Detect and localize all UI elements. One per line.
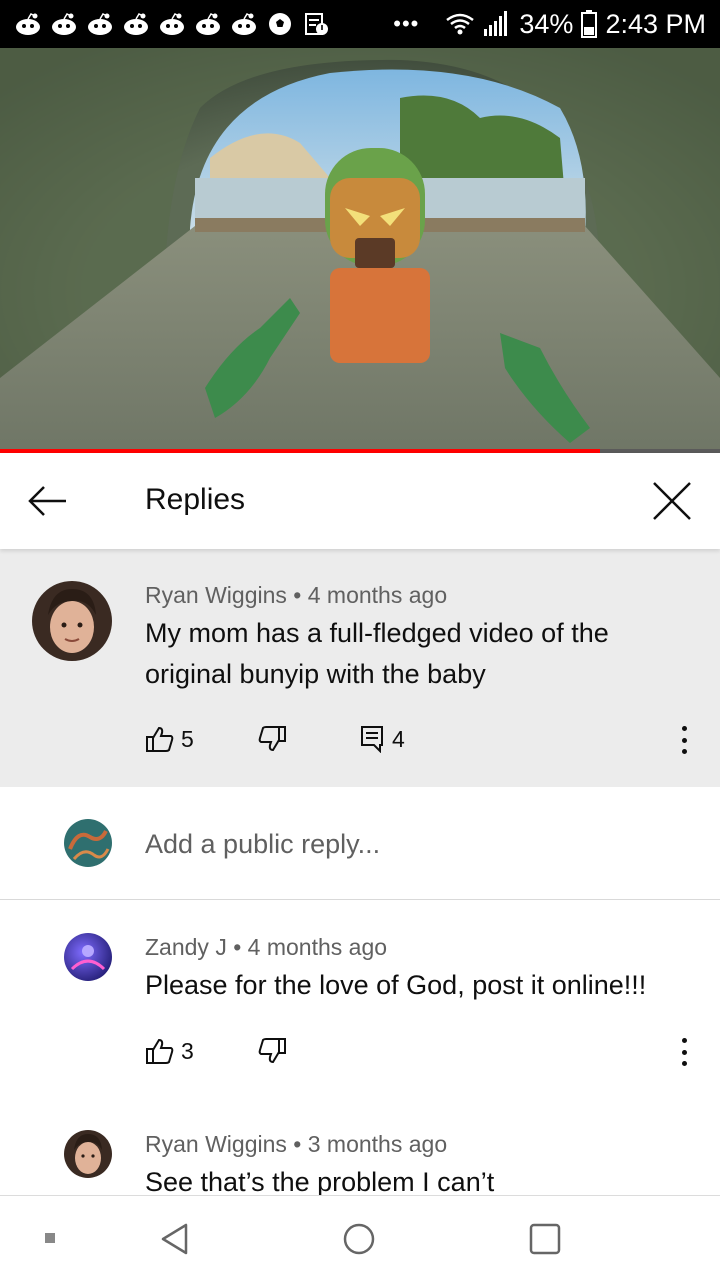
video-frame	[0, 48, 720, 453]
dislike-button[interactable]	[257, 725, 287, 753]
meta-separator: •	[293, 1131, 302, 1157]
comment-author[interactable]: Ryan Wiggins	[145, 1131, 287, 1157]
nav-home-icon[interactable]	[343, 1223, 375, 1255]
status-right: ••• 34% 2:43 PM	[393, 9, 706, 40]
parent-comment: Ryan Wiggins • 4 months ago My mom has a…	[0, 549, 720, 787]
more-options-icon[interactable]	[674, 723, 694, 757]
avatar-image	[64, 1130, 112, 1178]
reply-item: Zandy J • 4 months ago Please for the lo…	[0, 901, 720, 1091]
nav-recents-icon[interactable]	[529, 1223, 561, 1255]
comment-author[interactable]: Zandy J	[145, 934, 227, 960]
avatar-image	[64, 819, 112, 867]
like-button[interactable]: 5	[145, 725, 194, 753]
comment-text: Please for the love of God, post it onli…	[145, 970, 647, 1000]
video-player[interactable]	[0, 48, 720, 453]
page-title: Replies	[145, 483, 246, 516]
system-nav-bar	[0, 1195, 720, 1280]
thumbs-down-icon	[258, 726, 286, 752]
reply-input[interactable]: Add a public reply...	[145, 829, 380, 860]
reddit-icon	[16, 13, 40, 35]
reddit-icon	[232, 13, 256, 35]
avatar[interactable]	[32, 581, 112, 661]
like-count: 5	[181, 725, 194, 752]
thumbs-up-icon	[146, 726, 174, 752]
comment-text-line: original bunyip with the baby	[145, 659, 486, 689]
avatar[interactable]	[64, 1130, 112, 1178]
comment-meta: Ryan Wiggins • 3 months ago	[145, 1131, 447, 1158]
avatar-image	[64, 933, 112, 981]
battery-icon	[581, 10, 598, 38]
wifi-icon	[446, 13, 475, 35]
reddit-icon	[124, 13, 148, 35]
replies-header: Replies	[0, 453, 720, 549]
like-count: 3	[181, 1037, 194, 1064]
comment-icon	[361, 726, 383, 753]
more-options-icon[interactable]	[674, 1035, 694, 1069]
like-button[interactable]: 3	[145, 1037, 194, 1065]
comment-author[interactable]: Ryan Wiggins	[145, 582, 287, 608]
status-bar: ••• 34% 2:43 PM	[0, 0, 720, 48]
comment-time: 4 months ago	[307, 582, 448, 608]
clock: 2:43 PM	[605, 8, 706, 39]
back-arrow-icon[interactable]	[26, 481, 70, 521]
comment-text: My mom has a full-fledged video of the o…	[145, 613, 609, 695]
comment-meta: Ryan Wiggins • 4 months ago	[145, 582, 447, 609]
battery-percent: 34%	[519, 8, 574, 39]
notification-icons	[14, 12, 330, 36]
thumbs-down-icon	[258, 1038, 286, 1064]
nav-back-icon[interactable]	[160, 1223, 190, 1255]
nav-indicator-icon	[45, 1233, 55, 1243]
comment-text-line: My mom has a full-fledged video of the	[145, 618, 609, 648]
reply-item: Ryan Wiggins • 3 months ago See that’s t…	[0, 1098, 720, 1195]
signal-icon	[484, 11, 508, 36]
comment-text: See that’s the problem I can’t	[145, 1167, 495, 1195]
thumbs-up-icon	[146, 1038, 174, 1064]
close-icon[interactable]	[650, 479, 694, 523]
comment-time: 4 months ago	[247, 934, 388, 960]
reddit-icon	[196, 13, 220, 35]
document-alert-icon	[305, 13, 328, 35]
meta-separator: •	[293, 582, 302, 608]
add-reply-row[interactable]: Add a public reply...	[0, 787, 720, 900]
avatar	[64, 819, 112, 867]
reddit-icon	[52, 13, 76, 35]
reply-count: 4	[392, 725, 405, 752]
reddit-icon	[88, 13, 112, 35]
comment-time: 3 months ago	[307, 1131, 448, 1157]
meta-separator: •	[233, 934, 242, 960]
soccer-ball-icon	[269, 13, 291, 35]
avatar-image	[32, 581, 112, 661]
avatar[interactable]	[64, 933, 112, 981]
reddit-icon	[160, 13, 184, 35]
reply-button[interactable]: 4	[360, 725, 405, 753]
more-notifications-icon: •••	[393, 11, 420, 36]
dislike-button[interactable]	[257, 1037, 287, 1065]
comment-meta: Zandy J • 4 months ago	[145, 934, 387, 961]
